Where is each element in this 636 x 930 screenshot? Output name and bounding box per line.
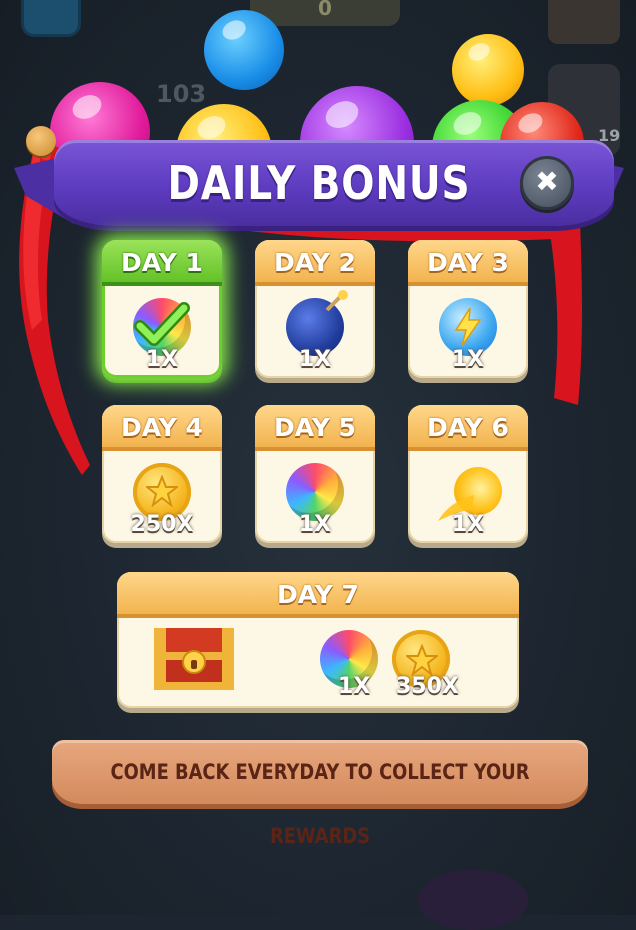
day-label: DAY 7 [117, 572, 519, 618]
reward-quantity: 1X [145, 347, 179, 372]
day-label: DAY 5 [255, 405, 375, 451]
info-message: COME BACK EVERYDAY TO COLLECT YOUR REWAR… [110, 760, 530, 848]
star-icon [146, 475, 178, 507]
reward-quantity: 1X [338, 674, 371, 699]
close-button[interactable]: ✖ [520, 156, 574, 210]
day-card-4[interactable]: DAY 4 250X [102, 405, 222, 543]
day-card-2[interactable]: DAY 2 1X [255, 240, 375, 378]
title-banner: DAILY BONUS ✖ [14, 134, 624, 234]
bubble-counter: 103 [156, 80, 207, 108]
treasure-chest-icon [154, 628, 234, 690]
yellow-bubble [452, 34, 524, 106]
day-card-5[interactable]: DAY 5 1X [255, 405, 375, 543]
day-card-3[interactable]: DAY 3 1X [408, 240, 528, 378]
day-card-6[interactable]: DAY 6 1X [408, 405, 528, 543]
page-title: DAILY BONUS [167, 156, 471, 210]
day-label: DAY 3 [408, 240, 528, 286]
reward-quantity: 1X [451, 512, 485, 537]
star-icon [406, 644, 438, 676]
day-label: DAY 4 [102, 405, 222, 451]
top-counter: 0 [318, 0, 332, 20]
reward-quantity: 1X [298, 512, 332, 537]
day-card-1[interactable]: DAY 1 1X [102, 240, 222, 378]
bottom-bubble [418, 870, 528, 930]
blue-bubble [204, 10, 284, 90]
checkmark-icon [134, 302, 190, 346]
reward-quantity: 350X [396, 674, 459, 699]
reward-quantity: 1X [298, 347, 332, 372]
reward-quantity: 250X [130, 512, 194, 537]
lightning-icon [454, 308, 482, 346]
reward-quantity: 1X [451, 347, 485, 372]
menu-button [24, 0, 78, 34]
info-note: COME BACK EVERYDAY TO COLLECT YOUR REWAR… [52, 740, 588, 848]
day-label: DAY 1 [102, 240, 222, 286]
day-label: DAY 6 [408, 405, 528, 451]
fuse-icon [325, 290, 348, 312]
day-label: DAY 2 [255, 240, 375, 286]
side-panel-top [548, 0, 620, 44]
